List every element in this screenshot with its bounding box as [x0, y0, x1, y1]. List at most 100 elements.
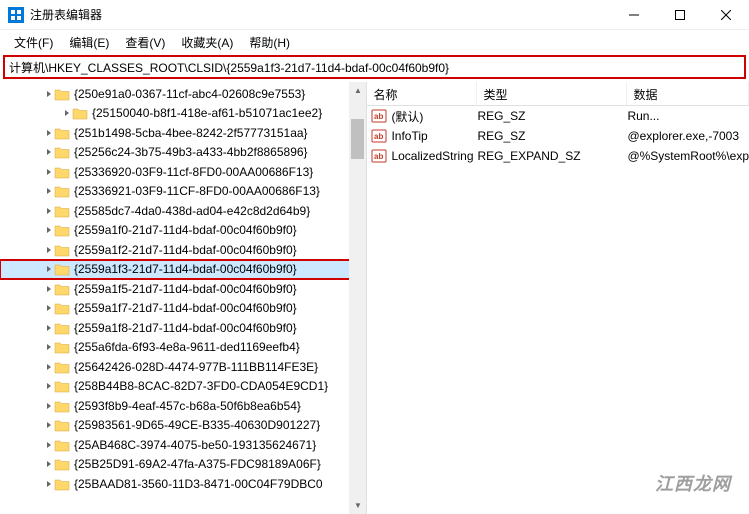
scroll-up-arrow[interactable]: ▲: [349, 82, 366, 99]
expand-icon[interactable]: [44, 245, 54, 255]
scroll-down-arrow[interactable]: ▼: [349, 497, 366, 514]
tree-item[interactable]: {2559a1f2-21d7-11d4-bdaf-00c04f60b9f0}: [0, 240, 366, 260]
folder-icon: [54, 243, 70, 257]
tree-item[interactable]: {2559a1f0-21d7-11d4-bdaf-00c04f60b9f0}: [0, 221, 366, 241]
expand-icon[interactable]: [44, 479, 54, 489]
tree-item[interactable]: {2559a1f5-21d7-11d4-bdaf-00c04f60b9f0}: [0, 279, 366, 299]
tree-item[interactable]: {25336920-03F9-11cf-8FD0-00AA00686F13}: [0, 162, 366, 182]
tree-item-label: {2559a1f2-21d7-11d4-bdaf-00c04f60b9f0}: [74, 243, 297, 257]
menu-file[interactable]: 文件(F): [6, 32, 61, 53]
tree-item-label: {25150040-b8f1-418e-af61-b51071ac1ee2}: [92, 106, 322, 120]
minimize-button[interactable]: [611, 0, 657, 29]
expand-icon[interactable]: [44, 362, 54, 372]
tree-item-label: {2559a1f5-21d7-11d4-bdaf-00c04f60b9f0}: [74, 282, 297, 296]
folder-icon: [54, 301, 70, 315]
list-row[interactable]: LocalizedStringREG_EXPAND_SZ@%SystemRoot…: [367, 146, 749, 166]
tree-item[interactable]: {258B44B8-8CAC-82D7-3FD0-CDA054E9CD1}: [0, 377, 366, 397]
folder-icon: [54, 379, 70, 393]
list-row[interactable]: InfoTipREG_SZ@explorer.exe,-7003: [367, 126, 749, 146]
folder-icon: [54, 262, 70, 276]
expand-icon[interactable]: [44, 381, 54, 391]
folder-icon: [54, 87, 70, 101]
expand-icon[interactable]: [44, 303, 54, 313]
string-value-icon: [371, 108, 387, 124]
menu-help[interactable]: 帮助(H): [241, 32, 298, 53]
list-pane[interactable]: 名称 类型 数据 (默认)REG_SZRun...InfoTipREG_SZ@e…: [367, 82, 749, 514]
expand-icon[interactable]: [44, 323, 54, 333]
column-type[interactable]: 类型: [477, 82, 627, 105]
tree-item-label: {2559a1f3-21d7-11d4-bdaf-00c04f60b9f0}: [74, 262, 297, 276]
tree-item[interactable]: {2559a1f3-21d7-11d4-bdaf-00c04f60b9f0}: [0, 260, 366, 280]
folder-icon: [54, 399, 70, 413]
value-type: REG_SZ: [477, 109, 627, 123]
scroll-track[interactable]: [349, 99, 366, 497]
tree-item-label: {25336921-03F9-11CF-8FD0-00AA00686F13}: [74, 184, 320, 198]
value-data: Run...: [627, 109, 749, 123]
expand-icon[interactable]: [44, 128, 54, 138]
tree-item-label: {2593f8b9-4eaf-457c-b68a-50f6b8ea6b54}: [74, 399, 301, 413]
tree-item[interactable]: {25336921-03F9-11CF-8FD0-00AA00686F13}: [0, 182, 366, 202]
titlebar: 注册表编辑器: [0, 0, 749, 30]
value-data: @%SystemRoot%\exp: [627, 149, 749, 163]
tree-item[interactable]: {255a6fda-6f93-4e8a-9611-ded1169eefb4}: [0, 338, 366, 358]
tree-item-label: {255a6fda-6f93-4e8a-9611-ded1169eefb4}: [74, 340, 300, 354]
address-bar[interactable]: 计算机\HKEY_CLASSES_ROOT\CLSID\{2559a1f3-21…: [3, 55, 746, 79]
tree-pane[interactable]: {250e91a0-0367-11cf-abc4-02608c9e7553} {2…: [0, 82, 367, 514]
tree-item-label: {258B44B8-8CAC-82D7-3FD0-CDA054E9CD1}: [74, 379, 328, 393]
list-row[interactable]: (默认)REG_SZRun...: [367, 106, 749, 126]
expand-icon[interactable]: [44, 440, 54, 450]
tree-item[interactable]: {25150040-b8f1-418e-af61-b51071ac1ee2}: [0, 104, 366, 124]
tree-item[interactable]: {251b1498-5cba-4bee-8242-2f57773151aa}: [0, 123, 366, 143]
close-button[interactable]: [703, 0, 749, 29]
folder-icon: [54, 223, 70, 237]
expand-icon[interactable]: [44, 89, 54, 99]
tree-item-label: {25B25D91-69A2-47fa-A375-FDC98189A06F}: [74, 457, 321, 471]
menu-view[interactable]: 查看(V): [117, 32, 173, 53]
expand-icon[interactable]: [44, 264, 54, 274]
expand-icon[interactable]: [44, 284, 54, 294]
window-controls: [611, 0, 749, 29]
folder-icon: [54, 204, 70, 218]
tree-item[interactable]: {2559a1f8-21d7-11d4-bdaf-00c04f60b9f0}: [0, 318, 366, 338]
folder-icon: [54, 340, 70, 354]
scroll-thumb[interactable]: [351, 119, 364, 159]
folder-icon: [54, 477, 70, 491]
tree-item[interactable]: {25585dc7-4da0-438d-ad04-e42c8d2d64b9}: [0, 201, 366, 221]
tree-item-label: {251b1498-5cba-4bee-8242-2f57773151aa}: [74, 126, 308, 140]
maximize-button[interactable]: [657, 0, 703, 29]
expand-icon[interactable]: [62, 108, 72, 118]
tree-item[interactable]: {25BAAD81-3560-11D3-8471-00C04F79DBC0: [0, 474, 366, 494]
expand-icon[interactable]: [44, 342, 54, 352]
value-name: (默认): [391, 108, 477, 125]
tree-item[interactable]: {2559a1f7-21d7-11d4-bdaf-00c04f60b9f0}: [0, 299, 366, 319]
menu-favorites[interactable]: 收藏夹(A): [173, 32, 241, 53]
expand-icon[interactable]: [44, 147, 54, 157]
tree-item-label: {25BAAD81-3560-11D3-8471-00C04F79DBC0: [74, 477, 323, 491]
expand-icon[interactable]: [44, 225, 54, 235]
column-name[interactable]: 名称: [367, 82, 477, 105]
folder-icon: [54, 438, 70, 452]
folder-icon: [54, 360, 70, 374]
tree-item-label: {25256c24-3b75-49b3-a433-4bb2f8865896}: [74, 145, 308, 159]
tree-item[interactable]: {25983561-9D65-49CE-B335-40630D901227}: [0, 416, 366, 436]
expand-icon[interactable]: [44, 167, 54, 177]
tree-item[interactable]: {25AB468C-3974-4075-be50-193135624671}: [0, 435, 366, 455]
tree-scrollbar[interactable]: ▲ ▼: [349, 82, 366, 514]
expand-icon[interactable]: [44, 206, 54, 216]
tree-item[interactable]: {25256c24-3b75-49b3-a433-4bb2f8865896}: [0, 143, 366, 163]
expand-icon[interactable]: [44, 459, 54, 469]
tree-item-label: {25585dc7-4da0-438d-ad04-e42c8d2d64b9}: [74, 204, 310, 218]
list-header: 名称 类型 数据: [367, 82, 749, 106]
tree-item[interactable]: {2593f8b9-4eaf-457c-b68a-50f6b8ea6b54}: [0, 396, 366, 416]
column-data[interactable]: 数据: [627, 82, 749, 105]
tree-item[interactable]: {250e91a0-0367-11cf-abc4-02608c9e7553}: [0, 84, 366, 104]
tree-item-label: {25336920-03F9-11cf-8FD0-00AA00686F13}: [74, 165, 313, 179]
expand-icon[interactable]: [44, 186, 54, 196]
content-area: {250e91a0-0367-11cf-abc4-02608c9e7553} {2…: [0, 82, 749, 514]
menu-edit[interactable]: 编辑(E): [61, 32, 117, 53]
expand-icon[interactable]: [44, 420, 54, 430]
tree-item[interactable]: {25642426-028D-4474-977B-111BB114FE3E}: [0, 357, 366, 377]
tree-item[interactable]: {25B25D91-69A2-47fa-A375-FDC98189A06F}: [0, 455, 366, 475]
expand-icon[interactable]: [44, 401, 54, 411]
list-body: (默认)REG_SZRun...InfoTipREG_SZ@explorer.e…: [367, 106, 749, 166]
